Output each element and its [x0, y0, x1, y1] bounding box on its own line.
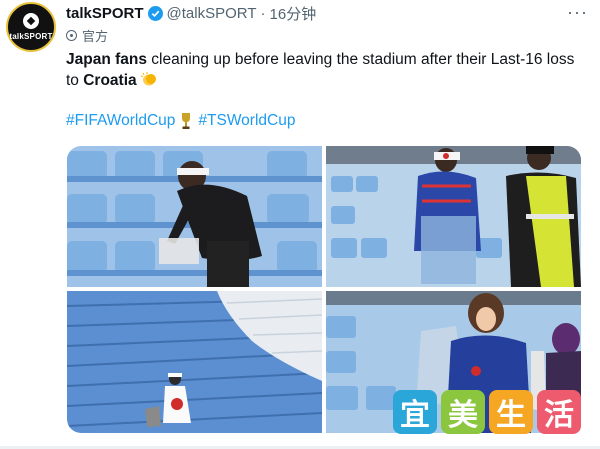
trophy-icon	[182, 113, 191, 129]
clapping-hands-icon	[140, 72, 156, 86]
account-handle[interactable]: @talkSPORT	[167, 5, 257, 22]
account-name[interactable]: talkSPORT	[66, 5, 144, 22]
verified-badge-icon	[147, 6, 163, 21]
hashtag-tsworldcup[interactable]: #TSWorldCup	[198, 112, 295, 130]
tweet-bold-tail: Croatia	[83, 72, 137, 89]
watermark-char-3: 生	[489, 390, 533, 434]
watermark-char-2: 美	[441, 390, 485, 434]
separator-dot: ·	[260, 5, 266, 22]
official-label-text: 官方	[82, 29, 109, 44]
football-icon	[23, 13, 39, 29]
hashtag-fifaworldcup[interactable]: #FIFAWorldCup	[66, 112, 175, 130]
account-avatar[interactable]: talkSPORT	[6, 2, 56, 52]
tweet-text: Japan fans cleaning up before leaving th…	[66, 49, 586, 91]
photo-fan-headband[interactable]	[67, 146, 322, 287]
official-label: 官方	[66, 26, 108, 45]
watermark: 宜 美 生 活	[393, 390, 581, 434]
tweet-bold-lead: Japan fans	[66, 51, 147, 68]
tweet-header: talkSPORT @talkSPORT · 16分钟	[66, 3, 316, 24]
watermark-char-4: 活	[537, 390, 581, 434]
avatar-brand-text: talkSPORT	[9, 32, 53, 41]
hashtag-row: #FIFAWorldCup #TSWorldCup	[66, 112, 295, 130]
photo-fans-with-steward[interactable]	[326, 146, 581, 287]
photo-fan-with-flag[interactable]	[67, 291, 322, 433]
watermark-char-1: 宜	[393, 390, 437, 434]
tweet-timestamp[interactable]: 16分钟	[270, 3, 317, 24]
more-options-icon[interactable]: ···	[567, 2, 588, 23]
official-label-icon	[66, 30, 77, 41]
